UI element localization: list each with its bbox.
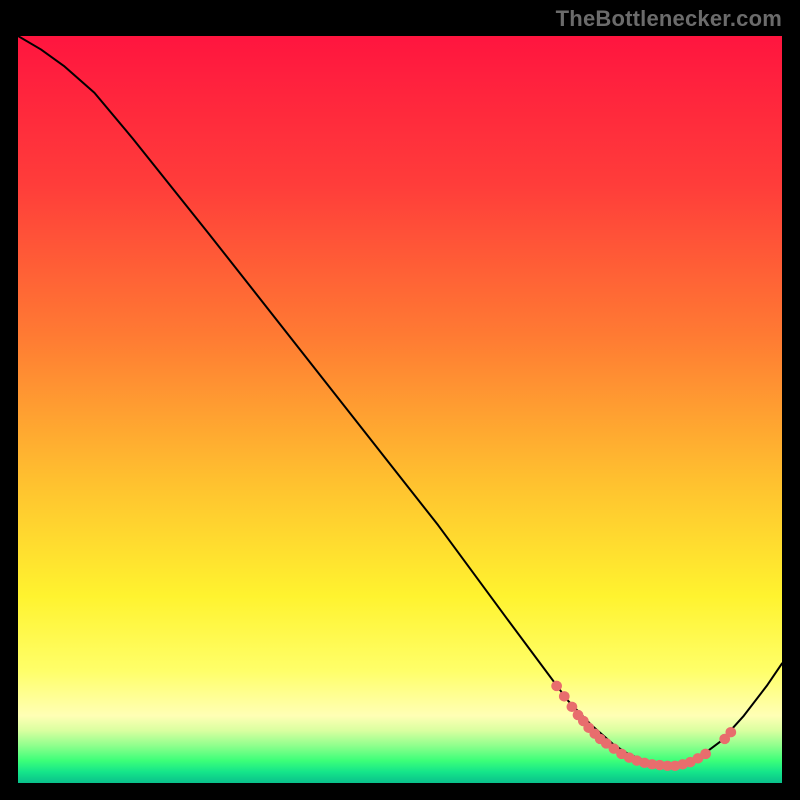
data-marker	[559, 691, 570, 701]
chart-stage: TheBottlenecker.com	[0, 0, 800, 800]
bottleneck-curve	[18, 36, 782, 766]
chart-overlay	[18, 36, 782, 783]
data-markers	[551, 681, 736, 771]
attribution-text: TheBottlenecker.com	[556, 6, 782, 32]
plot-area	[18, 36, 782, 783]
data-marker	[700, 749, 711, 759]
data-marker	[551, 681, 562, 691]
data-marker	[725, 727, 736, 737]
